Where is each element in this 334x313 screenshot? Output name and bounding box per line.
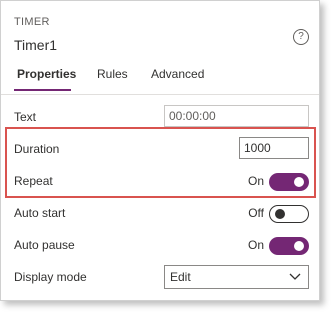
auto-start-label: Auto start (14, 206, 66, 220)
row-auto-pause: Auto pause On (1, 231, 319, 259)
auto-pause-toggle[interactable] (269, 237, 309, 255)
duration-input[interactable]: 1000 (239, 137, 309, 159)
repeat-label: Repeat (14, 174, 53, 188)
tab-properties[interactable]: Properties (17, 67, 76, 81)
row-display-mode: Display mode Edit (1, 263, 319, 291)
duration-label: Duration (14, 142, 60, 156)
toggle-knob (275, 208, 285, 219)
row-repeat: Repeat On (1, 167, 319, 195)
tab-advanced[interactable]: Advanced (151, 67, 204, 81)
help-icon[interactable]: ? (293, 29, 309, 45)
control-type-label: TIMER (14, 16, 50, 28)
auto-pause-state-text: On (247, 238, 264, 252)
auto-start-state-text: Off (248, 206, 264, 220)
active-tab-indicator (14, 89, 71, 91)
chevron-down-icon (289, 273, 301, 280)
row-auto-start: Auto start Off (1, 199, 319, 227)
row-text: Text 00:00:00 (1, 103, 319, 131)
display-mode-label: Display mode (14, 270, 87, 284)
auto-pause-label: Auto pause (14, 238, 75, 252)
text-label: Text (14, 110, 37, 124)
auto-start-toggle[interactable] (269, 205, 309, 223)
display-mode-value: Edit (170, 270, 191, 284)
display-mode-dropdown[interactable]: Edit (164, 265, 309, 289)
repeat-toggle[interactable] (269, 173, 309, 191)
toggle-knob (294, 177, 304, 187)
properties-panel: TIMER Timer1 ? Properties Rules Advanced… (0, 0, 320, 301)
tab-divider (1, 94, 319, 95)
toggle-knob (294, 241, 304, 251)
repeat-state-text: On (247, 174, 264, 188)
tab-bar: Properties Rules Advanced (1, 67, 319, 93)
tab-rules[interactable]: Rules (97, 67, 128, 81)
text-field: 00:00:00 (164, 105, 309, 127)
control-name: Timer1 (14, 37, 58, 53)
row-duration: Duration 1000 (1, 135, 319, 163)
